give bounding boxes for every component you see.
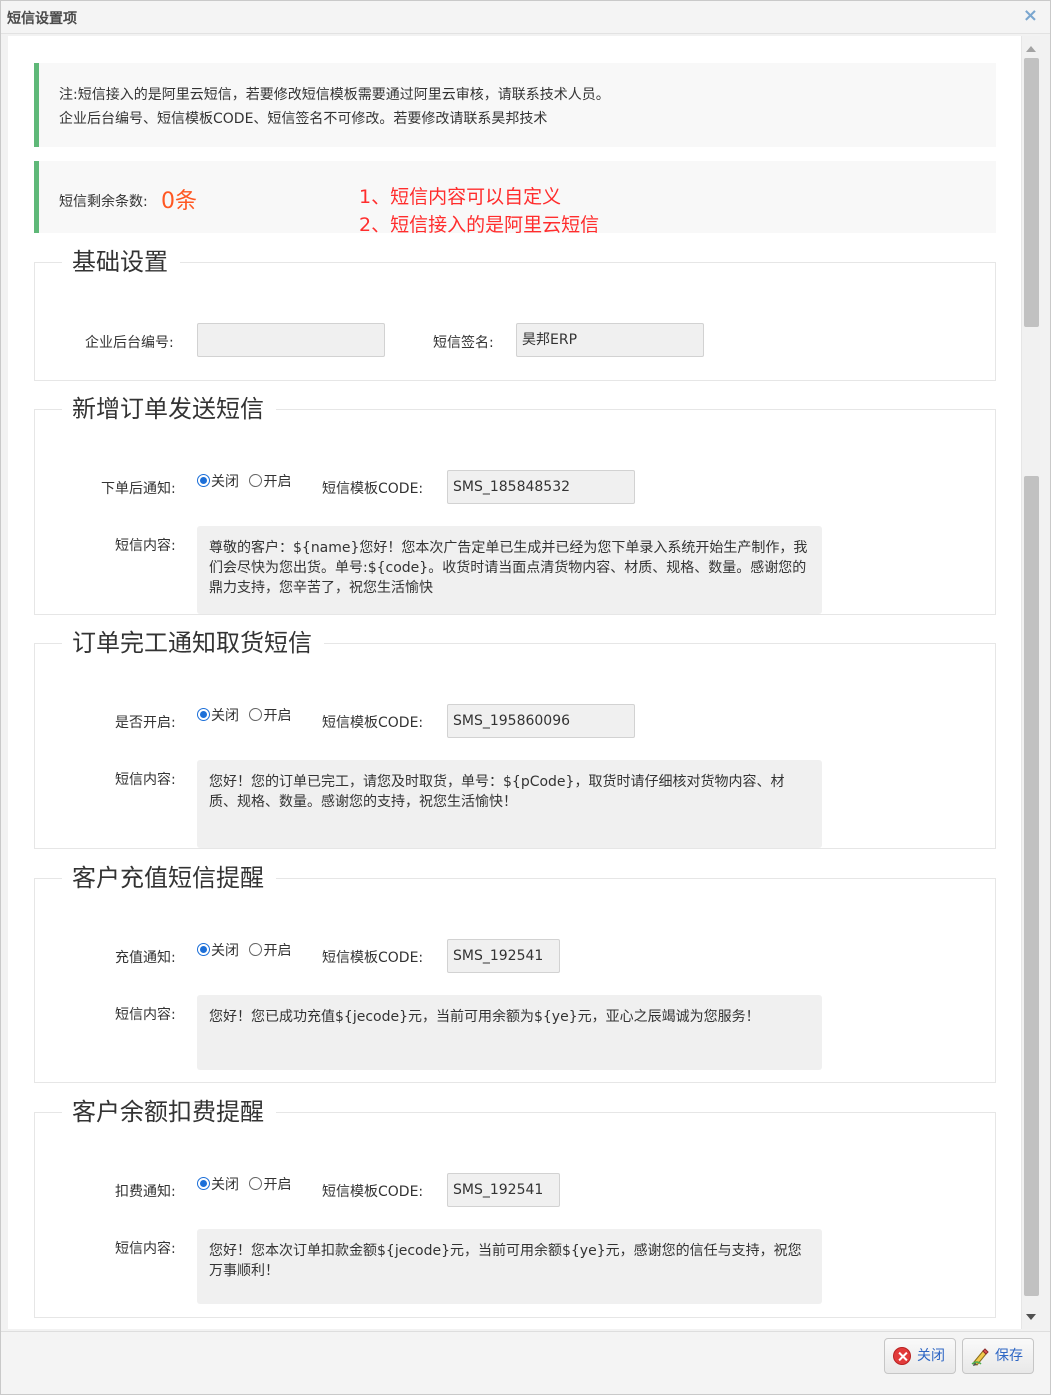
deduct-on-radio[interactable] xyxy=(249,1177,263,1190)
scroll-down-arrow-icon[interactable] xyxy=(1026,1314,1036,1320)
remaining-box: 短信剩余条数: 0条 1、短信内容可以自定义 2、短信接入的是阿里云短信 xyxy=(34,161,996,236)
legend-basic: 基础设置 xyxy=(62,247,180,277)
order-done-code-label: 短信模板CODE: xyxy=(322,715,424,731)
save-button-label: 保存 xyxy=(995,1348,1023,1364)
order-done-content-label: 短信内容: xyxy=(115,772,176,788)
new-order-code-label: 短信模板CODE: xyxy=(322,481,424,497)
deduct-toggle: 关闭 开启 xyxy=(197,1174,297,1194)
dialog-content: 注:短信接入的是阿里云短信，若要修改短信模板需要通过阿里云审核，请联系技术人员。… xyxy=(8,36,1021,1329)
close-button-label: 关闭 xyxy=(917,1348,945,1364)
recharge-toggle-label: 充值通知: xyxy=(115,950,176,966)
recharge-off-radio[interactable] xyxy=(197,943,210,956)
order-done-content-textarea[interactable]: 您好！您的订单已完工，请您及时取货，单号：${pCode}，取货时请仔细核对货物… xyxy=(197,760,822,848)
new-order-toggle: 关闭 开启 xyxy=(197,471,297,491)
recharge-code-field[interactable]: SMS_192541 xyxy=(447,939,560,973)
notice-line-1: 注:短信接入的是阿里云短信，若要修改短信模板需要通过阿里云审核，请联系技术人员。 xyxy=(59,87,610,103)
deduct-code-field[interactable]: SMS_192541 xyxy=(447,1173,560,1207)
close-button[interactable]: 关闭 xyxy=(884,1338,956,1374)
scroll-up-arrow-icon[interactable] xyxy=(1026,46,1036,52)
deduct-content-label: 短信内容: xyxy=(115,1241,176,1257)
recharge-content-textarea[interactable]: 您好！您已成功充值${jecode}元，当前可用余额为${ye}元，亚心之辰竭诚… xyxy=(197,995,822,1070)
sms-settings-dialog: 短信设置项 × 注:短信接入的是阿里云短信，若要修改短信模板需要通过阿里云审核，… xyxy=(0,0,1051,1395)
fieldset-new-order: 新增订单发送短信 下单后通知: 关闭 开启 短信模板CODE: SMS_1858… xyxy=(34,394,996,615)
signature-label: 短信签名: xyxy=(433,335,494,351)
close-circle-icon xyxy=(893,1347,911,1365)
notice-box: 注:短信接入的是阿里云短信，若要修改短信模板需要通过阿里云审核，请联系技术人员。… xyxy=(34,63,996,147)
deduct-code-label: 短信模板CODE: xyxy=(322,1184,424,1200)
order-done-on-label: 开启 xyxy=(263,708,292,724)
fieldset-deduct: 客户余额扣费提醒 扣费通知: 关闭 开启 短信模板CODE: SMS_19254… xyxy=(34,1097,996,1318)
recharge-toggle: 关闭 开启 xyxy=(197,940,297,960)
order-done-off-label: 关闭 xyxy=(211,708,239,724)
legend-new-order: 新增订单发送短信 xyxy=(62,394,276,424)
new-order-off-label: 关闭 xyxy=(211,474,239,490)
recharge-on-label: 开启 xyxy=(263,943,292,959)
deduct-content-textarea[interactable]: 您好！您本次订单扣款金额${jecode}元，当前可用余额${ye}元，感谢您的… xyxy=(197,1229,822,1304)
company-id-field[interactable] xyxy=(197,323,385,357)
red-note-2: 2、短信接入的是阿里云短信 xyxy=(359,214,600,236)
new-order-off-radio[interactable] xyxy=(197,474,210,487)
pencil-icon xyxy=(971,1348,989,1366)
new-order-code-field[interactable]: SMS_185848532 xyxy=(447,470,635,504)
fieldset-basic: 基础设置 企业后台编号: 短信签名: 昊邦ERP xyxy=(34,247,996,381)
dialog-footer: 关闭 保存 xyxy=(1,1331,1050,1394)
new-order-on-label: 开启 xyxy=(263,474,292,490)
scrollbar-track-segment xyxy=(1024,476,1039,1296)
deduct-off-radio[interactable] xyxy=(197,1177,210,1190)
legend-recharge: 客户充值短信提醒 xyxy=(62,863,276,893)
legend-order-done: 订单完工通知取货短信 xyxy=(62,628,324,658)
new-order-toggle-label: 下单后通知: xyxy=(101,481,176,497)
signature-field[interactable]: 昊邦ERP xyxy=(516,323,704,357)
order-done-code-field[interactable]: SMS_195860096 xyxy=(447,704,635,738)
deduct-off-label: 关闭 xyxy=(211,1177,239,1193)
red-note-1: 1、短信内容可以自定义 xyxy=(359,186,562,208)
dialog-title: 短信设置项 xyxy=(7,11,77,27)
new-order-content-textarea[interactable]: 尊敬的客户：${name}您好！您本次广告定单已生成并已经为您下单录入系统开始生… xyxy=(197,526,822,614)
deduct-toggle-label: 扣费通知: xyxy=(115,1184,176,1200)
dialog-titlebar: 短信设置项 × xyxy=(1,1,1050,34)
order-done-on-radio[interactable] xyxy=(249,708,263,721)
remaining-count: 0条 xyxy=(161,189,197,214)
save-button[interactable]: 保存 xyxy=(962,1338,1034,1374)
recharge-on-radio[interactable] xyxy=(249,943,263,956)
company-id-label: 企业后台编号: xyxy=(85,335,174,351)
notice-line-2: 企业后台编号、短信模板CODE、短信签名不可修改。若要修改请联系昊邦技术 xyxy=(59,111,548,127)
legend-deduct: 客户余额扣费提醒 xyxy=(62,1097,276,1127)
deduct-on-label: 开启 xyxy=(263,1177,292,1193)
new-order-content-label: 短信内容: xyxy=(115,538,176,554)
order-done-toggle-label: 是否开启: xyxy=(115,715,176,731)
recharge-off-label: 关闭 xyxy=(211,943,239,959)
fieldset-recharge: 客户充值短信提醒 充值通知: 关闭 开启 短信模板CODE: SMS_19254… xyxy=(34,863,996,1083)
recharge-code-label: 短信模板CODE: xyxy=(322,950,424,966)
close-icon[interactable]: × xyxy=(1023,5,1038,26)
vertical-scrollbar[interactable] xyxy=(1021,36,1040,1329)
recharge-content-label: 短信内容: xyxy=(115,1007,176,1023)
scrollbar-thumb[interactable] xyxy=(1024,58,1039,327)
fieldset-order-done: 订单完工通知取货短信 是否开启: 关闭 开启 短信模板CODE: SMS_195… xyxy=(34,628,996,849)
remaining-label: 短信剩余条数: xyxy=(59,194,148,210)
order-done-off-radio[interactable] xyxy=(197,708,210,721)
new-order-on-radio[interactable] xyxy=(249,474,263,487)
order-done-toggle: 关闭 开启 xyxy=(197,705,297,725)
